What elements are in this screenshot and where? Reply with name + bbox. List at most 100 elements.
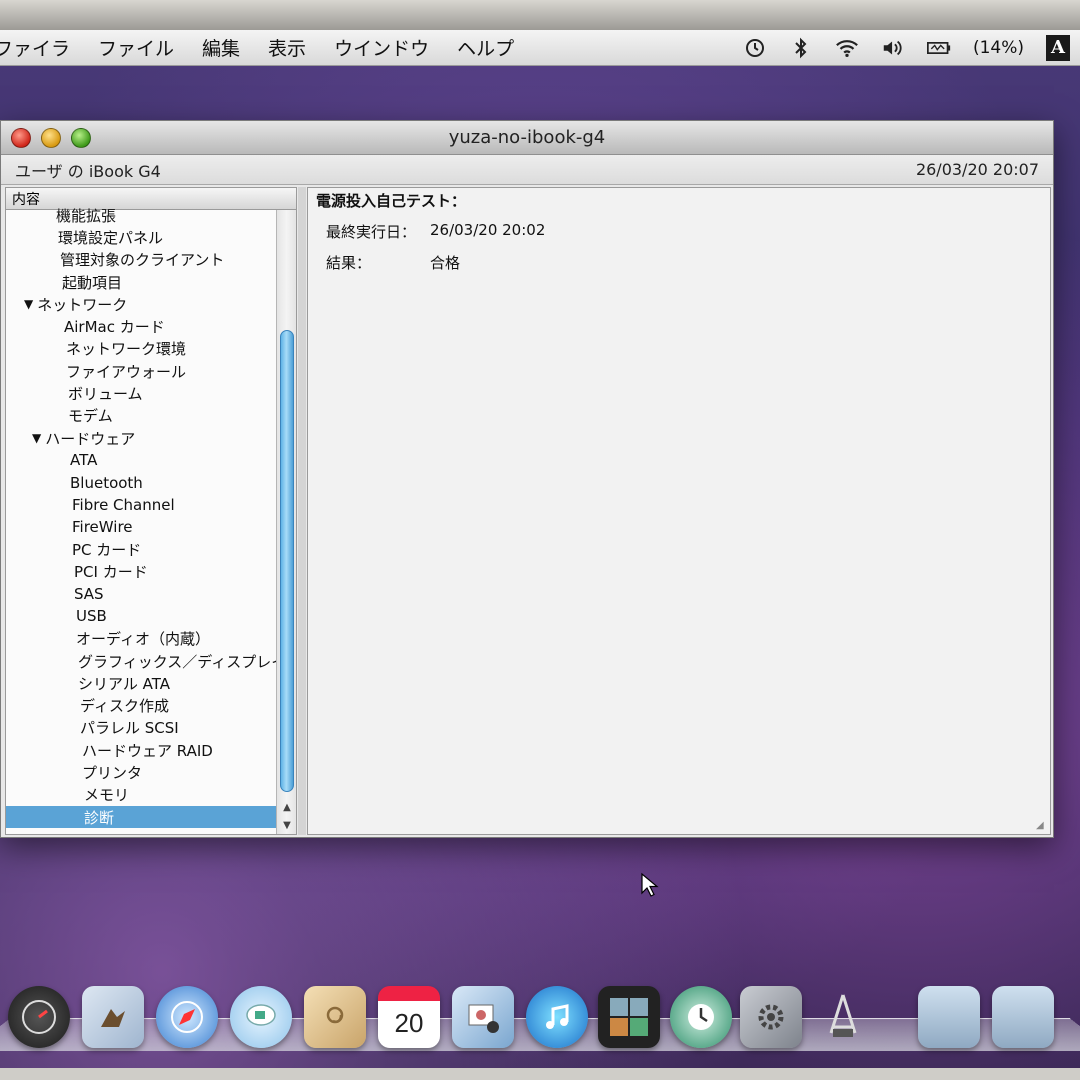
sidebar-item-label: PC カード <box>72 541 142 560</box>
sidebar-item[interactable]: USB <box>6 605 276 627</box>
menu-file[interactable]: ファイル <box>84 34 188 61</box>
sidebar-tree: 機能拡張 環境設定パネル 管理対象のクライアント 起動項目 ▼ ネットワーク AirMac … <box>6 204 276 828</box>
address-book-icon[interactable] <box>304 986 366 1048</box>
sidebar-item-label: ハードウェア <box>45 429 136 448</box>
iphoto-icon[interactable] <box>452 986 514 1048</box>
sidebar-item-label: パラレル SCSI <box>80 719 179 738</box>
sidebar-item[interactable]: 環境設定パネル <box>6 226 276 248</box>
sidebar-item[interactable]: グラフィックス／ディスプレイ <box>6 650 276 672</box>
sidebar-item[interactable]: ディスク作成 <box>6 695 276 717</box>
menu-finder[interactable]: ファイラ <box>0 34 84 61</box>
sidebar-item-label: 機能拡張 <box>56 206 117 225</box>
dashboard-icon[interactable] <box>8 986 70 1048</box>
sidebar-item[interactable]: SAS <box>6 583 276 605</box>
sidebar-item-label: ボリューム <box>68 385 143 404</box>
spaces-icon[interactable] <box>598 986 660 1048</box>
report-timestamp: 26/03/20 20:07 <box>915 160 1039 179</box>
sidebar-item[interactable]: FireWire <box>6 516 276 538</box>
menu-help[interactable]: ヘルプ <box>443 34 528 61</box>
sidebar-item[interactable]: ▼ ハードウェア <box>6 427 276 449</box>
sidebar-item[interactable]: 診断 <box>6 806 276 828</box>
mouse-pointer-icon <box>641 872 659 897</box>
sidebar-item[interactable]: メモリ <box>6 784 276 806</box>
sidebar-item[interactable]: ▼ ネットワーク <box>6 293 276 315</box>
sidebar-item[interactable]: ネットワーク環境 <box>6 338 276 360</box>
input-menu-icon[interactable]: A <box>1046 34 1070 61</box>
sidebar-item[interactable]: パラレル SCSI <box>6 717 276 739</box>
sidebar-item[interactable]: ATA <box>6 449 276 471</box>
scroll-up-arrow-icon[interactable]: ▲ <box>277 798 297 816</box>
battery-icon[interactable] <box>926 36 951 60</box>
sidebar-item-label: 診断 <box>84 808 115 827</box>
scrollbar-thumb[interactable] <box>280 330 294 792</box>
disclosure-triangle-icon[interactable]: ▼ <box>24 297 33 311</box>
sidebar-item-label: ディスク作成 <box>80 697 169 716</box>
detail-key: 最終実行日： <box>326 223 417 241</box>
safari-icon[interactable] <box>156 986 218 1048</box>
sidebar-item[interactable]: モデム <box>6 405 276 427</box>
scroll-down-arrow-icon[interactable]: ▼ <box>277 816 297 834</box>
sidebar-item-label: オーディオ（内蔵） <box>76 630 210 649</box>
itunes-icon[interactable] <box>526 986 588 1048</box>
sidebar-item[interactable]: ファイアウォール <box>6 360 276 382</box>
battery-percent: (14%) <box>972 37 1024 58</box>
time-machine-icon[interactable] <box>670 986 732 1048</box>
sidebar-item-label: メモリ <box>84 786 130 805</box>
detail-key: 結果： <box>326 254 372 272</box>
contents-sidebar: 内容 機能拡張 環境設定パネル 管理対象のクライアント 起動項目 ▼ ネットワーク AirM… <box>5 187 297 835</box>
menu-window[interactable]: ウインドウ <box>320 34 443 61</box>
sidebar-item-label: シリアル ATA <box>78 674 170 693</box>
sidebar-item[interactable]: Fibre Channel <box>6 494 276 516</box>
split-view-divider[interactable] <box>298 187 306 835</box>
documents-folder-icon[interactable] <box>992 986 1054 1048</box>
applications-folder-icon[interactable] <box>918 986 980 1048</box>
sidebar-item-label: プリンタ <box>82 764 143 783</box>
bluetooth-icon[interactable] <box>789 36 813 60</box>
sidebar-item[interactable]: AirMac カード <box>6 315 276 337</box>
mail-icon[interactable] <box>82 986 144 1048</box>
sidebar-item[interactable]: Bluetooth <box>6 472 276 494</box>
sidebar-item-label: SAS <box>74 585 104 604</box>
menu-extras: (14%) A <box>743 34 1080 61</box>
sidebar-scrollbar[interactable]: ▲ ▼ <box>276 210 296 834</box>
sidebar-item-label: 起動項目 <box>62 273 123 292</box>
ical-day-number: 20 <box>394 1007 424 1038</box>
disclosure-triangle-icon[interactable]: ▼ <box>32 431 41 445</box>
sidebar-item-label: FireWire <box>72 518 133 537</box>
sidebar-item-label: グラフィックス／ディスプレイ <box>78 652 276 671</box>
dock: 20 <box>0 980 1080 1068</box>
screen-bezel-top <box>0 0 1080 30</box>
ichat-icon[interactable] <box>230 986 292 1048</box>
resize-grip-icon[interactable]: ◢ <box>1036 820 1048 832</box>
menu-view[interactable]: 表示 <box>254 34 320 61</box>
sidebar-item-label: ネットワーク <box>37 295 128 314</box>
sidebar-item-label: ATA <box>70 451 98 470</box>
sidebar-item[interactable]: 機能拡張 <box>6 204 276 226</box>
sidebar-item[interactable]: PC カード <box>6 538 276 560</box>
system-profiler-icon[interactable] <box>812 986 874 1048</box>
detail-row: 結果： 合格 <box>316 252 1042 273</box>
ical-icon[interactable]: 20 <box>378 986 440 1048</box>
screen-bezel-bottom <box>0 1068 1080 1080</box>
sidebar-item-label: 管理対象のクライアント <box>60 251 225 270</box>
detail-row: 最終実行日： 26/03/20 20:02 <box>316 221 1042 242</box>
sidebar-item[interactable]: PCI カード <box>6 561 276 583</box>
sidebar-item-label: Bluetooth <box>70 473 143 492</box>
menu-edit[interactable]: 編集 <box>188 34 254 61</box>
sidebar-item-label: ネットワーク環境 <box>66 340 187 359</box>
sidebar-item-label: ハードウェア RAID <box>82 741 213 760</box>
sidebar-item[interactable]: オーディオ（内蔵） <box>6 628 276 650</box>
sidebar-item[interactable]: 管理対象のクライアント <box>6 249 276 271</box>
wifi-icon[interactable] <box>835 36 859 60</box>
window-titlebar[interactable]: yuza-no-ibook-g4 <box>1 121 1053 155</box>
volume-icon[interactable] <box>881 36 905 60</box>
sidebar-item[interactable]: ボリューム <box>6 382 276 404</box>
detail-value: 26/03/20 20:02 <box>430 221 546 239</box>
sidebar-item[interactable]: シリアル ATA <box>6 672 276 694</box>
time-machine-status-icon[interactable] <box>743 36 767 60</box>
system-profiler-window: yuza-no-ibook-g4 ユーザ の iBook G4 26/03/20… <box>0 120 1054 838</box>
system-preferences-icon[interactable] <box>740 986 802 1048</box>
sidebar-item[interactable]: 起動項目 <box>6 271 276 293</box>
sidebar-item[interactable]: プリンタ <box>6 761 276 783</box>
sidebar-item[interactable]: ハードウェア RAID <box>6 739 276 761</box>
